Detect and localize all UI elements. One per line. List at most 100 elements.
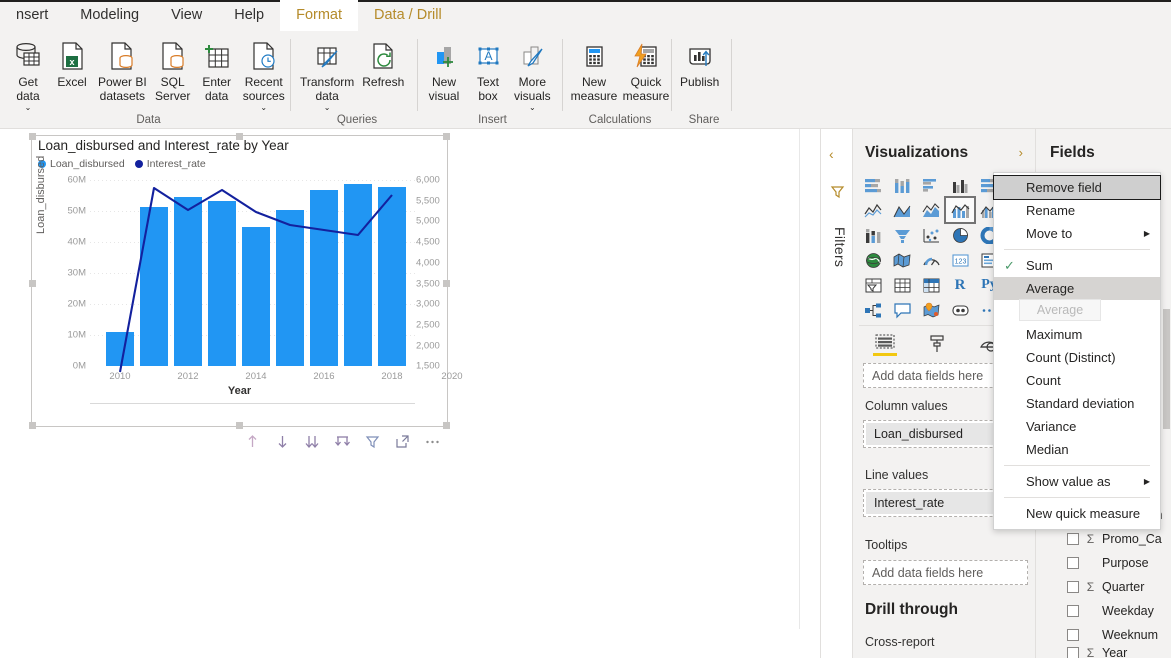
field-item-promo-ca[interactable]: Σ Promo_Ca...	[1036, 527, 1171, 551]
checkbox-icon[interactable]	[1067, 581, 1079, 593]
stacked-column-chart-icon[interactable]	[888, 173, 916, 197]
sql-server-button[interactable]: SQL Server	[151, 36, 195, 105]
legend-item-loan-disbursed[interactable]: Loan_disbursed	[38, 158, 125, 170]
publish-button[interactable]: Publish	[676, 36, 723, 92]
legend-item-interest-rate[interactable]: Interest_rate	[135, 158, 206, 170]
menu-item-median[interactable]: Median	[994, 438, 1160, 461]
area-chart-icon[interactable]	[888, 198, 916, 222]
well-tooltips-drop[interactable]: Add data fields here	[863, 560, 1028, 585]
ribbon-tab-help[interactable]: Help	[218, 0, 280, 31]
card-icon[interactable]: 123	[946, 248, 974, 272]
scrollbar-thumb[interactable]	[1163, 309, 1170, 429]
drill-down-icon[interactable]	[274, 433, 291, 450]
refresh-button[interactable]: Refresh	[358, 36, 408, 92]
field-item-quarter[interactable]: Σ Quarter	[1036, 575, 1171, 599]
focus-mode-icon[interactable]	[394, 433, 411, 450]
ribbon-chart-icon[interactable]	[859, 223, 887, 247]
new-visual-button[interactable]: New visual	[422, 36, 466, 105]
menu-item-new-quick-measure[interactable]: New quick measure	[994, 502, 1160, 525]
field-item-weeknum[interactable]: Weeknum	[1036, 623, 1171, 647]
chevron-left-icon[interactable]: ‹	[829, 146, 834, 162]
power-bi-datasets-button[interactable]: Power BI datasets	[94, 36, 151, 105]
menu-item-show-value-as[interactable]: Show value as ▶	[994, 470, 1160, 493]
menu-item-standard-deviation[interactable]: Standard deviation	[994, 392, 1160, 415]
checkbox-icon[interactable]	[1067, 605, 1079, 617]
stacked-bar-chart-icon[interactable]	[859, 173, 887, 197]
gauge-icon[interactable]	[917, 248, 945, 272]
field-item-year[interactable]: Σ Year	[1036, 647, 1171, 658]
ribbon-tab-modeling[interactable]: Modeling	[64, 0, 155, 31]
line-and-stacked-column-icon[interactable]	[946, 198, 974, 222]
filters-pane-collapsed[interactable]: ‹ Filters	[820, 129, 852, 658]
resize-handle-n[interactable]	[236, 133, 243, 140]
slicer-icon[interactable]	[859, 273, 887, 297]
fields-pane-icon[interactable]	[873, 332, 897, 356]
r-script-visual-icon[interactable]: R	[946, 273, 974, 297]
filter-icon[interactable]	[830, 184, 845, 202]
ribbon-tab-view[interactable]: View	[155, 0, 218, 31]
resize-handle-sw[interactable]	[29, 422, 36, 429]
checkbox-icon[interactable]	[1067, 557, 1079, 569]
database-icon	[11, 38, 45, 74]
menu-item-move-to[interactable]: Move to ▶	[994, 222, 1160, 245]
text-box-button[interactable]: A Text box	[466, 36, 510, 105]
smart-narrative-icon[interactable]	[946, 298, 974, 322]
scatter-chart-icon[interactable]	[917, 223, 945, 247]
clustered-column-chart-icon[interactable]	[946, 173, 974, 197]
resize-handle-w[interactable]	[29, 280, 36, 287]
combo-chart-visual[interactable]: Loan_disbursed and Interest_rate by Year…	[32, 136, 447, 426]
clustered-bar-chart-icon[interactable]	[917, 173, 945, 197]
resize-handle-s[interactable]	[236, 422, 243, 429]
report-page[interactable]: Loan_disbursed and Interest_rate by Year…	[0, 129, 800, 629]
fields-scrollbar[interactable]	[1162, 129, 1171, 658]
more-visuals-button[interactable]: More visuals ⌄	[510, 36, 555, 114]
more-options-icon[interactable]	[424, 433, 441, 450]
stacked-area-chart-icon[interactable]	[917, 198, 945, 222]
menu-item-average[interactable]: Average	[994, 277, 1160, 300]
menu-item-maximum[interactable]: Maximum	[994, 323, 1160, 346]
decomposition-tree-icon[interactable]	[859, 298, 887, 322]
field-item-weekday[interactable]: Weekday	[1036, 599, 1171, 623]
arcgis-map-icon[interactable]	[917, 298, 945, 322]
expand-all-icon[interactable]	[304, 433, 321, 450]
ribbon-group-share: Publish Share	[676, 31, 732, 129]
chevron-right-icon[interactable]: ›	[1019, 145, 1023, 160]
menu-item-count[interactable]: Count	[994, 369, 1160, 392]
svg-text:x: x	[69, 57, 74, 67]
drill-hierarchy-icon[interactable]	[334, 433, 351, 450]
checkbox-icon[interactable]	[1067, 629, 1079, 641]
pie-chart-icon[interactable]	[946, 223, 974, 247]
resize-handle-se[interactable]	[443, 422, 450, 429]
ribbon-tab-format[interactable]: Format	[280, 0, 358, 31]
checkbox-icon[interactable]	[1067, 647, 1079, 658]
transform-data-button[interactable]: Transform data ⌄	[296, 36, 358, 114]
resize-handle-e[interactable]	[443, 280, 450, 287]
checkbox-icon[interactable]	[1067, 533, 1079, 545]
matrix-icon[interactable]	[917, 273, 945, 297]
filled-map-icon[interactable]	[888, 248, 916, 272]
format-pane-icon[interactable]	[925, 332, 949, 356]
get-data-button[interactable]: Get data ⌄	[6, 36, 50, 114]
filter-icon[interactable]	[364, 433, 381, 450]
resize-handle-ne[interactable]	[443, 133, 450, 140]
quick-measure-button[interactable]: Quick measure	[620, 36, 672, 105]
excel-button[interactable]: x Excel	[50, 36, 94, 92]
key-influencers-icon[interactable]	[888, 298, 916, 322]
ribbon-tab-data-drill[interactable]: Data / Drill	[358, 0, 458, 31]
menu-item-remove-field[interactable]: Remove field	[994, 176, 1160, 199]
recent-sources-button[interactable]: Recent sources ⌄	[239, 36, 289, 114]
resize-handle-nw[interactable]	[29, 133, 36, 140]
ribbon-tab-insert[interactable]: nsert	[0, 0, 64, 31]
drill-up-icon[interactable]	[244, 433, 261, 450]
table-icon[interactable]	[888, 273, 916, 297]
menu-item-variance[interactable]: Variance	[994, 415, 1160, 438]
waterfall-chart-icon[interactable]	[888, 223, 916, 247]
enter-data-button[interactable]: Enter data	[195, 36, 239, 105]
menu-item-rename[interactable]: Rename	[994, 199, 1160, 222]
new-measure-button[interactable]: New measure	[568, 36, 620, 105]
line-chart-icon[interactable]	[859, 198, 887, 222]
menu-item-sum[interactable]: ✓ Sum	[994, 254, 1160, 277]
menu-item-count-distinct[interactable]: Count (Distinct)	[994, 346, 1160, 369]
map-icon[interactable]	[859, 248, 887, 272]
field-item-purpose[interactable]: Purpose	[1036, 551, 1171, 575]
